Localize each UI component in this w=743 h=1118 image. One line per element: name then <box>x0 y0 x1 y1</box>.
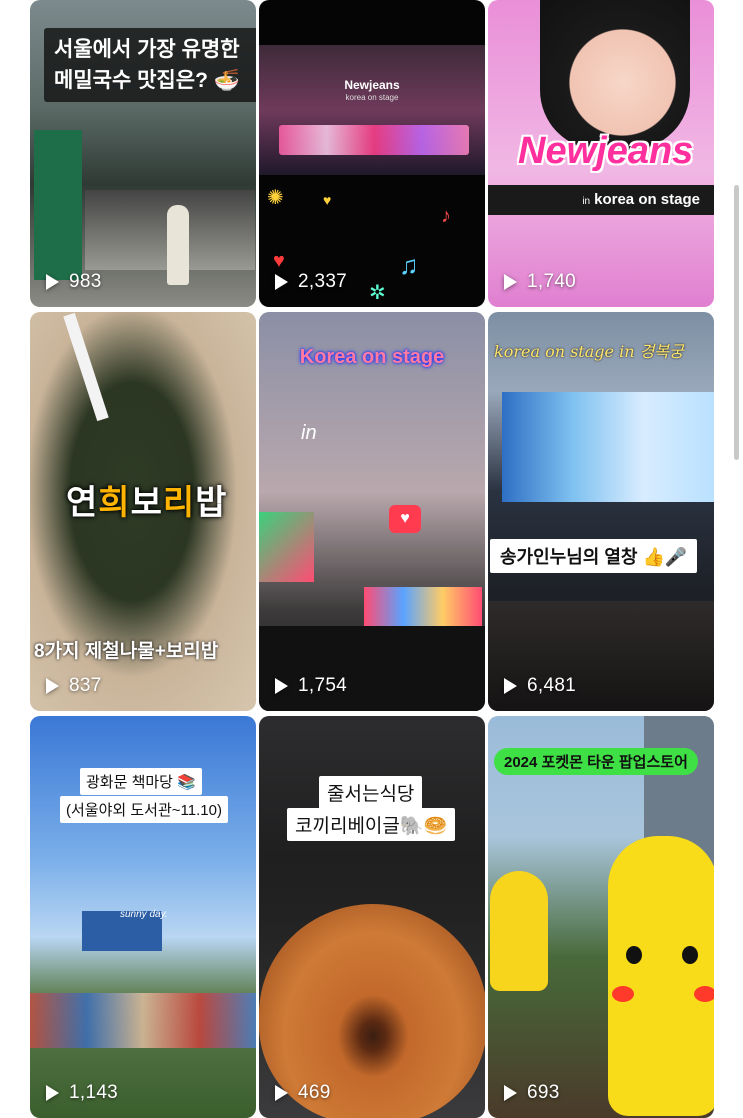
play-icon <box>46 1085 59 1101</box>
view-count-value: 983 <box>69 271 102 292</box>
sunny-text: sunny day. <box>120 909 168 920</box>
stage-video <box>259 45 485 175</box>
view-count-value: 837 <box>69 675 102 696</box>
reel-tile-8[interactable]: 줄서는식당 코끼리베이글🐘🥯 469 <box>259 716 485 1118</box>
dish-title-char: 보 <box>130 484 163 522</box>
view-count: 983 <box>46 271 102 293</box>
view-count-value: 469 <box>298 1082 331 1103</box>
view-count: 1,754 <box>275 675 347 697</box>
cheek <box>694 986 714 1002</box>
dish-subtitle: 8가지 제철나물+보리밥 <box>34 641 219 662</box>
play-icon <box>504 678 517 694</box>
sparkle-icon: ✺ <box>267 187 284 209</box>
view-count-value: 1,754 <box>298 675 348 696</box>
view-count-value: 2,337 <box>298 271 348 292</box>
eye <box>626 946 642 964</box>
dish-title-char: 리 <box>162 484 196 522</box>
crowd <box>259 626 485 711</box>
play-icon <box>504 1085 517 1101</box>
stage-screen <box>259 512 314 582</box>
caption-tag: 광화문 책마당 📚 <box>80 768 202 795</box>
cheek <box>612 986 634 1002</box>
pikachu-statue <box>490 871 548 991</box>
heart-icon: ♥ <box>323 192 332 208</box>
view-count: 2,337 <box>275 271 347 293</box>
stage-screen <box>502 392 714 502</box>
reel-tile-1[interactable]: 서울에서 가장 유명한 메밀국수 맛집은? 🍜 983 <box>30 0 256 307</box>
view-count: 693 <box>504 1082 560 1104</box>
view-count-value: 6,481 <box>527 675 577 696</box>
stage-title: Newjeans <box>344 78 400 92</box>
music-note-icon: ♪ <box>441 205 451 227</box>
view-count: 1,740 <box>504 271 576 293</box>
brand-title: Newjeans <box>518 130 694 172</box>
view-count: 837 <box>46 675 102 697</box>
dish-title-char: 희 <box>98 484 131 522</box>
dish-title-char: 밥 <box>195 484 228 522</box>
scrollbar[interactable] <box>734 185 739 460</box>
play-icon <box>46 274 59 290</box>
view-count-value: 1,740 <box>527 271 577 292</box>
reel-tile-4[interactable]: 연희보리밥 8가지 제철나물+보리밥 837 <box>30 312 256 711</box>
storefront <box>34 130 82 280</box>
reels-grid: 서울에서 가장 유명한 메밀국수 맛집은? 🍜 983 Newjeans kor… <box>0 0 743 1118</box>
play-icon <box>275 274 288 290</box>
music-note-icon: ♫ <box>399 250 419 280</box>
reel-tile-3[interactable]: Newjeans in korea on stage 1,740 <box>488 0 714 307</box>
view-count: 1,143 <box>46 1082 118 1104</box>
play-icon <box>46 678 59 694</box>
caption-line: 메밀국수 맛집은? 🍜 <box>54 69 240 92</box>
stage-lights <box>279 125 469 155</box>
pikachu-statue <box>608 836 714 1116</box>
event-badge: 2024 포켓몬 타운 팝업스토어 <box>494 748 698 775</box>
reel-tile-5[interactable]: Korea on stage in ♥ 1,754 <box>259 312 485 711</box>
reel-tile-6[interactable]: korea on stage in 경복궁 송가인누님의 열창 👍🎤 6,481 <box>488 312 714 711</box>
play-icon <box>275 678 288 694</box>
dish-title-char: 연 <box>66 484 99 522</box>
dish-title: 연희보리밥 <box>66 475 227 524</box>
reel-tile-2[interactable]: Newjeans korea on stage ✺ ♥ ♪ ♥ ♫ ✲ 2,33… <box>259 0 485 307</box>
heart-icon: ♥ <box>389 505 421 533</box>
view-count: 6,481 <box>504 675 576 697</box>
view-count-value: 1,143 <box>69 1082 119 1103</box>
view-count: 469 <box>275 1082 331 1104</box>
event-band: in korea on stage <box>488 185 714 215</box>
reel-caption: 서울에서 가장 유명한 메밀국수 맛집은? 🍜 <box>44 28 256 102</box>
crowd <box>30 993 256 1048</box>
event-title: korea on stage in 경복궁 <box>494 342 684 361</box>
band-text: korea on stage <box>594 191 700 208</box>
event-title: Korea on stage <box>299 346 445 368</box>
person-figure <box>167 205 189 285</box>
play-icon <box>504 274 517 290</box>
event-in-text: in <box>301 422 317 444</box>
band-prefix: in <box>582 196 591 207</box>
heart-icon: ♥ <box>273 250 285 272</box>
caption-tag: 줄서는식당 <box>319 776 423 809</box>
caption-tag: (서울야외 도서관~11.10) <box>60 796 228 823</box>
caption-line: 서울에서 가장 유명한 <box>54 38 240 61</box>
caption-tag: 코끼리베이글🐘🥯 <box>287 808 456 841</box>
view-count-value: 693 <box>527 1082 560 1103</box>
reel-tile-7[interactable]: 광화문 책마당 📚 (서울야외 도서관~11.10) sunny day. 1,… <box>30 716 256 1118</box>
reel-tile-9[interactable]: 2024 포켓몬 타운 팝업스토어 693 <box>488 716 714 1118</box>
play-icon <box>275 1085 288 1101</box>
eye <box>682 946 698 964</box>
sparkle-icon: ✲ <box>369 282 386 304</box>
stage-subtitle: korea on stage <box>345 93 399 102</box>
caption-tag: 송가인누님의 열창 👍🎤 <box>490 539 698 573</box>
portrait <box>540 0 690 150</box>
